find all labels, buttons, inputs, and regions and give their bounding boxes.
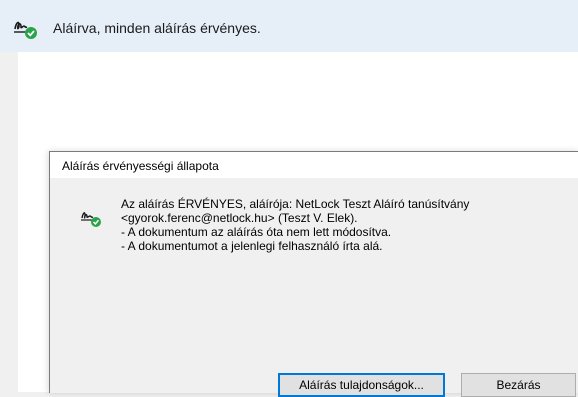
message-line: - A dokumentumot a jelenlegi felhasználó… bbox=[121, 239, 383, 253]
message-line: - A dokumentum az aláírás óta nem lett m… bbox=[121, 225, 392, 239]
signature-properties-button[interactable]: Aláírás tulajdonságok... bbox=[278, 373, 445, 397]
dialog-titlebar[interactable]: Aláírás érvényességi állapota bbox=[50, 152, 578, 178]
signature-valid-icon bbox=[12, 14, 38, 40]
message-line: Az aláírás ÉRVÉNYES, aláírója: NetLock T… bbox=[121, 197, 470, 211]
banner-status-text: Aláírva, minden aláírás érvényes. bbox=[53, 20, 261, 36]
signature-valid-icon bbox=[80, 206, 102, 228]
validation-message: Az aláírás ÉRVÉNYES, aláírója: NetLock T… bbox=[121, 197, 561, 253]
signature-validity-dialog: Aláírás érvényességi állapota Az aláírás… bbox=[49, 151, 578, 397]
dialog-title: Aláírás érvényességi állapota bbox=[62, 159, 219, 173]
close-button[interactable]: Bezárás bbox=[461, 373, 576, 397]
signature-banner: Aláírva, minden aláírás érvényes. bbox=[0, 0, 578, 52]
message-line: <gyorok.ferenc@netlock.hu> (Teszt V. Ele… bbox=[121, 211, 358, 225]
